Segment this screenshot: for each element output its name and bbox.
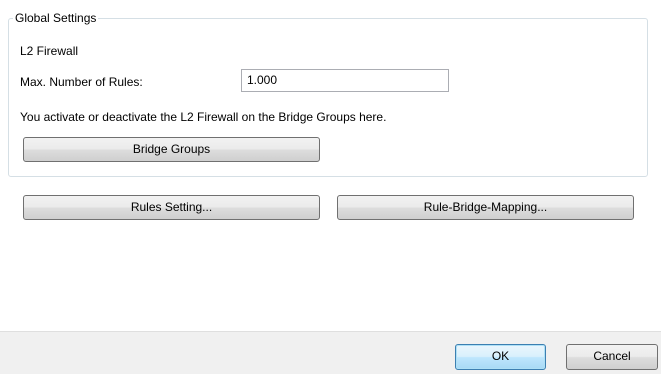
rule-bridge-mapping-button[interactable]: Rule-Bridge-Mapping... bbox=[337, 195, 634, 220]
global-settings-title: Global Settings bbox=[13, 11, 99, 25]
rules-setting-button[interactable]: Rules Setting... bbox=[23, 195, 320, 220]
l2-firewall-dialog: Global Settings L2 Firewall Max. Number … bbox=[0, 0, 661, 374]
max-rules-label: Max. Number of Rules: bbox=[20, 75, 143, 89]
l2-firewall-label: L2 Firewall bbox=[20, 44, 79, 58]
dialog-footer bbox=[0, 331, 661, 374]
ok-button[interactable]: OK bbox=[455, 344, 546, 370]
max-rules-input[interactable]: 1.000 bbox=[241, 69, 449, 92]
l2-firewall-description: You activate or deactivate the L2 Firewa… bbox=[20, 110, 387, 124]
bridge-groups-button[interactable]: Bridge Groups bbox=[23, 137, 320, 162]
cancel-button[interactable]: Cancel bbox=[566, 344, 658, 370]
